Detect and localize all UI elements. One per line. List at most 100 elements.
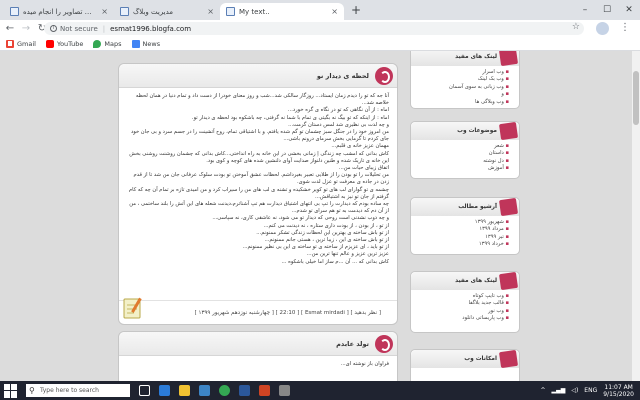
sidebar-box-links: لینک های مفید وب اسرار وب بک لینک وب زبا… <box>410 51 520 109</box>
taskbar: ⚲ Type here to search ^ ▂▄▆ ◁) ENG 11:07… <box>0 381 640 400</box>
settings-icon[interactable] <box>279 385 290 396</box>
url-text[interactable]: esmat1996.blogfa.com <box>110 25 191 33</box>
post-paragraph: عزیز ترین عزیز و عالم تنها ترین من... <box>306 251 389 258</box>
tab-title: My text.. <box>239 7 270 16</box>
powerpoint-icon[interactable] <box>259 385 270 396</box>
post-footer: [ چهارشنبه نوزدهم شهریور ۱۳۹۹ ] [ 22:10 … <box>119 297 397 324</box>
book-icon <box>498 271 519 291</box>
chevron-up-icon[interactable]: ^ <box>540 387 545 394</box>
system-tray: ^ ▂▄▆ ◁) ENG 11:07 AM 9/15/2020 <box>540 381 634 400</box>
sidebar-link[interactable]: وب وبلاگی ها <box>417 99 509 106</box>
scrollbar-thumb[interactable] <box>633 71 639 125</box>
maximize-button[interactable]: ☐ <box>596 0 618 20</box>
close-icon[interactable]: × <box>331 7 338 16</box>
sidebar-box-title: آرشیو مطالب <box>411 197 519 217</box>
volume-icon[interactable]: ◁) <box>571 387 578 394</box>
post-body: فراوان باز نوشته ای... <box>119 356 397 373</box>
network-icon[interactable]: ▂▄▆ <box>551 387 565 394</box>
sidebar-box-title: امکانات وب <box>411 349 519 369</box>
sidebar-link[interactable]: و <box>417 91 509 98</box>
minimize-button[interactable]: – <box>574 0 596 20</box>
post-title[interactable]: تولد عابدم <box>336 340 369 348</box>
close-icon[interactable]: × <box>101 7 108 16</box>
tab-title: ایجاد کاره > تصاویر را انجام میده <box>23 7 97 16</box>
sidebar-link[interactable]: آموزش <box>417 165 509 172</box>
language-indicator[interactable]: ENG <box>584 387 597 394</box>
page-viewport[interactable]: لحظه ی دیدار نو آنا جه که تو را دیدم زما… <box>0 51 640 381</box>
sidebar-title-text: امکانات وب <box>464 356 497 362</box>
scrollbar[interactable] <box>632 51 640 381</box>
bookmark-label: YouTube <box>56 39 84 48</box>
sidebar-box-useful-links: لینک های مفید وب تایپ کوتاه قالب جدید بل… <box>410 271 520 333</box>
sidebar-link[interactable]: مرداد ۱۳۹۹ <box>417 226 509 233</box>
post-paragraph: چشمه ی تو گوارای لب های تو کویر خشکیده و… <box>128 186 389 200</box>
sidebar-box-categories: موضوعات وب شعر داستان دل نوشته آموزش <box>410 121 520 179</box>
sidebar-link[interactable]: خرداد ۱۳۹۹ <box>417 241 509 248</box>
blog-post: لحظه ی دیدار نو آنا جه که تو را دیدم زما… <box>118 63 398 325</box>
book-icon <box>498 121 519 141</box>
sidebar-link[interactable]: وب بک لینک <box>417 76 509 83</box>
sidebar-link[interactable]: شهریور ۱۳۹۹ <box>417 219 509 226</box>
task-view-icon[interactable] <box>139 385 150 396</box>
toolbar: ← → ↻ i Not secure | esmat1996.blogfa.co… <box>0 20 640 37</box>
close-icon[interactable]: × <box>207 7 214 16</box>
chrome-icon[interactable] <box>219 385 230 396</box>
clock[interactable]: 11:07 AM 9/15/2020 <box>603 384 634 398</box>
clock-time: 11:07 AM <box>604 383 633 391</box>
new-tab-button[interactable]: + <box>349 3 363 17</box>
bookmark-news[interactable]: News <box>131 39 161 48</box>
bookmark-youtube[interactable]: YouTube <box>45 39 84 48</box>
post-paragraph: اماه : از اینکه که تو بیگ نه بگیتی ی تما… <box>191 114 389 121</box>
post-paragraph: آنا جه که تو را دیدم زمان ایستاد... روزگ… <box>135 93 389 107</box>
tab-1[interactable]: ایجاد کاره > تصاویر را انجام میده × <box>4 3 114 20</box>
menu-icon[interactable]: ⋮ <box>620 21 630 35</box>
divider: | <box>102 24 106 33</box>
post-meta[interactable]: [ چهارشنبه نوزدهم شهریور ۱۳۹۹ ] [ 22:10 … <box>195 310 381 316</box>
blog-post: تولد عابدم فراوان باز نوشته ای... <box>118 331 398 381</box>
post-header: لحظه ی دیدار نو <box>119 64 397 88</box>
star-icon[interactable]: ☆ <box>572 22 580 32</box>
tab-3-active[interactable]: My text.. × <box>220 3 344 20</box>
sidebar-link[interactable]: شعر <box>417 143 509 150</box>
info-icon[interactable]: i <box>50 25 57 32</box>
sidebar-box-title: لینک های مفید <box>411 271 519 291</box>
address-bar[interactable]: i Not secure | esmat1996.blogfa.com ☆ <box>44 22 584 35</box>
back-button[interactable]: ← <box>4 23 16 35</box>
notepad-icon <box>123 297 142 319</box>
close-window-button[interactable]: ✕ <box>618 0 640 20</box>
sidebar-link[interactable]: تیر ۱۳۹۹ <box>417 234 509 241</box>
bookmark-maps[interactable]: Maps <box>93 39 122 48</box>
word-icon[interactable] <box>239 385 250 396</box>
page-icon <box>10 7 19 16</box>
avatar[interactable] <box>596 22 609 35</box>
post-title[interactable]: لحظه ی دیدار نو <box>317 72 369 80</box>
sidebar-list: شعر داستان دل نوشته آموزش <box>411 140 519 177</box>
taskbar-search[interactable]: ⚲ Type here to search <box>26 384 130 397</box>
post-paragraph: از تو باش ساخته ی بهترین این لحظات زندگی… <box>256 229 389 236</box>
store-icon[interactable] <box>199 385 210 396</box>
bookmark-label: News <box>142 39 161 48</box>
sidebar-link[interactable]: وب پاریساتی دانلود <box>417 315 509 322</box>
sidebar-link[interactable]: وب زبانی به سوی آسمان <box>417 84 509 91</box>
tab-strip: ایجاد کاره > تصاویر را انجام میده × مدیر… <box>0 0 640 20</box>
sidebar-link[interactable]: داستان <box>417 150 509 157</box>
book-icon <box>498 349 519 369</box>
bookmark-gmail[interactable]: Gmail <box>6 39 36 48</box>
security-label: Not secure <box>60 24 98 33</box>
search-placeholder: Type here to search <box>40 387 99 394</box>
edge-icon[interactable] <box>159 385 170 396</box>
sidebar-link[interactable]: وب نور <box>417 308 509 315</box>
bookmark-label: Maps <box>104 39 122 48</box>
file-explorer-icon[interactable] <box>179 385 190 396</box>
forward-button[interactable]: → <box>20 23 32 35</box>
sidebar-link[interactable]: قالب جدید بلاگفا <box>417 300 509 307</box>
sidebar-title-text: لینک های مفید <box>455 278 497 284</box>
post-paragraph: کاش بدانی که امشب چه زندگی اِ زمانی بخشی… <box>129 150 389 164</box>
windows-start-button[interactable] <box>4 383 18 398</box>
maps-icon <box>93 39 102 48</box>
sidebar-list: وب اسرار وب بک لینک وب زبانی به سوی آسما… <box>411 66 519 110</box>
sidebar-box-title: لینک های مفید <box>411 51 519 67</box>
sidebar-title-text: لینک های مفید <box>455 54 497 60</box>
post-body: آنا جه که تو را دیدم زمان ایستاد... روزگ… <box>119 88 397 271</box>
tab-2[interactable]: مدیریت وبلاگ × <box>114 3 220 20</box>
